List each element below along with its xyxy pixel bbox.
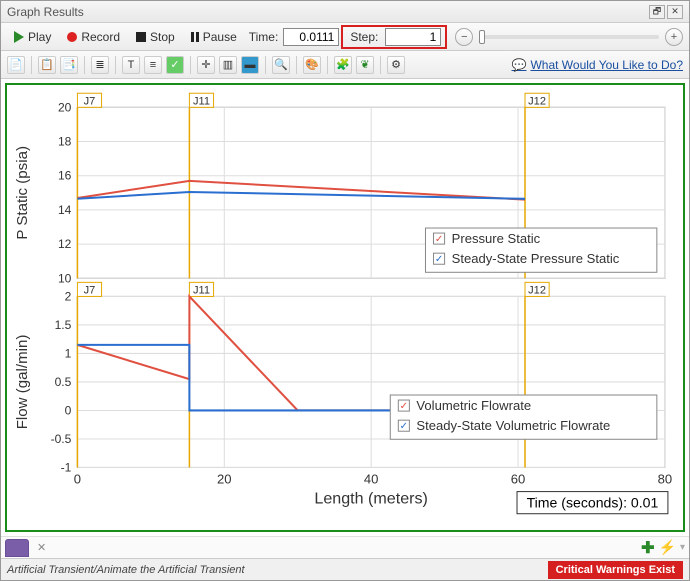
step-label: Step: — [347, 30, 381, 44]
svg-text:-0.5: -0.5 — [51, 432, 72, 446]
svg-text:✓: ✓ — [435, 254, 443, 265]
new-icon[interactable]: 📄 — [7, 56, 25, 74]
time-slider[interactable]: − + — [455, 28, 683, 46]
time-input[interactable] — [283, 28, 339, 46]
svg-text:✓: ✓ — [400, 401, 408, 412]
svg-text:18: 18 — [58, 135, 72, 149]
svg-text:✓: ✓ — [435, 234, 443, 245]
svg-text:20: 20 — [58, 100, 72, 114]
copy-icon[interactable]: 📋 — [38, 56, 56, 74]
svg-text:80: 80 — [658, 472, 673, 487]
zoom-out-button[interactable]: − — [455, 28, 473, 46]
svg-text:20: 20 — [217, 472, 232, 487]
svg-text:-1: -1 — [61, 460, 72, 474]
magnify-icon[interactable]: 🔍 — [272, 56, 290, 74]
svg-text:40: 40 — [364, 472, 379, 487]
svg-text:12: 12 — [58, 237, 72, 251]
svg-text:Time (seconds): 0.01: Time (seconds): 0.01 — [527, 495, 659, 511]
svg-text:J12: J12 — [528, 95, 546, 107]
chart-toolbar: 📄 📋 📑 ≣ T ≡ ✓ ✛ ▥ ▬ 🔍 🎨 🧩 ❦ ⚙ 💬 What Wou… — [1, 51, 689, 79]
svg-text:10: 10 — [58, 271, 72, 285]
svg-text:14: 14 — [58, 203, 72, 217]
svg-text:J7: J7 — [84, 95, 96, 107]
pause-button[interactable]: Pause — [184, 27, 244, 47]
color-icon[interactable]: ▬ — [241, 56, 259, 74]
edit-bars-icon[interactable]: ≡ — [144, 56, 162, 74]
step-highlight: Step: — [341, 25, 447, 49]
chevron-down-icon[interactable]: ▾ — [680, 542, 685, 553]
crosshair-icon[interactable]: ✛ — [197, 56, 215, 74]
window-buttons: 🗗 ✕ — [649, 5, 683, 19]
puzzle-icon[interactable]: 🧩 — [334, 56, 352, 74]
record-button[interactable]: Record — [60, 27, 127, 47]
chart-area: 101214161820J7J11J12P Static (psia)✓Pres… — [5, 83, 685, 532]
svg-text:J7: J7 — [84, 284, 96, 296]
bolt-icon[interactable]: ⚡ — [659, 539, 676, 556]
svg-text:1: 1 — [65, 346, 72, 360]
slider-track[interactable] — [479, 35, 659, 39]
leaf-icon[interactable]: ❦ — [356, 56, 374, 74]
stop-icon — [136, 32, 146, 42]
play-button[interactable]: Play — [7, 27, 58, 47]
svg-text:J11: J11 — [193, 95, 210, 107]
record-icon — [67, 32, 77, 42]
add-tab-button[interactable]: ✚ — [641, 538, 654, 558]
svg-text:Volumetric Flowrate: Volumetric Flowrate — [416, 398, 531, 413]
status-bar: Artificial Transient/Animate the Artific… — [1, 558, 689, 580]
chart-svg: 101214161820J7J11J12P Static (psia)✓Pres… — [7, 85, 683, 530]
svg-text:Flow (gal/min): Flow (gal/min) — [14, 335, 31, 430]
svg-text:J11: J11 — [193, 284, 210, 296]
chart-tab[interactable] — [5, 539, 29, 557]
svg-text:✓: ✓ — [400, 421, 408, 432]
zoom-in-button[interactable]: + — [665, 28, 683, 46]
svg-text:1.5: 1.5 — [55, 318, 72, 332]
svg-text:P Static (psia): P Static (psia) — [14, 146, 31, 240]
svg-text:Steady-State Pressure Static: Steady-State Pressure Static — [452, 251, 620, 266]
graph-results-window: Graph Results 🗗 ✕ Play Record Stop Pause… — [0, 0, 690, 581]
tab-close-button[interactable]: ✕ — [33, 541, 50, 554]
stop-button[interactable]: Stop — [129, 27, 182, 47]
svg-text:0.5: 0.5 — [55, 375, 72, 389]
titlebar: Graph Results 🗗 ✕ — [1, 1, 689, 23]
close-button[interactable]: ✕ — [667, 5, 683, 19]
svg-text:16: 16 — [58, 169, 72, 183]
status-path: Artificial Transient/Animate the Artific… — [7, 564, 245, 576]
help-link[interactable]: 💬 What Would You Like to Do? — [512, 58, 684, 72]
check-icon[interactable]: ✓ — [166, 56, 184, 74]
restore-button[interactable]: 🗗 — [649, 5, 665, 19]
text-tool-icon[interactable]: T — [122, 56, 140, 74]
paste-icon[interactable]: 📑 — [60, 56, 78, 74]
window-title: Graph Results — [7, 5, 84, 19]
list-icon[interactable]: ≣ — [91, 56, 109, 74]
time-label: Time: — [246, 30, 282, 44]
svg-text:0: 0 — [65, 403, 72, 417]
palette-icon[interactable]: 🎨 — [303, 56, 321, 74]
step-input[interactable] — [385, 28, 441, 46]
slider-thumb[interactable] — [479, 30, 485, 44]
svg-text:Length (meters): Length (meters) — [314, 490, 428, 508]
gear-icon[interactable]: ⚙ — [387, 56, 405, 74]
svg-text:Pressure Static: Pressure Static — [452, 231, 541, 246]
svg-text:60: 60 — [511, 472, 526, 487]
svg-text:2: 2 — [65, 289, 72, 303]
svg-text:Steady-State Volumetric Flowra: Steady-State Volumetric Flowrate — [416, 418, 610, 433]
playback-toolbar: Play Record Stop Pause Time: Step: − + — [1, 23, 689, 51]
tab-bar: ✕ ✚ ⚡ ▾ — [1, 536, 689, 558]
pause-icon — [191, 32, 199, 42]
svg-text:0: 0 — [74, 472, 81, 487]
warning-badge: Critical Warnings Exist — [548, 561, 683, 579]
play-icon — [14, 31, 24, 43]
help-icon: 💬 — [512, 58, 527, 72]
svg-text:J12: J12 — [528, 284, 546, 296]
bars-icon[interactable]: ▥ — [219, 56, 237, 74]
